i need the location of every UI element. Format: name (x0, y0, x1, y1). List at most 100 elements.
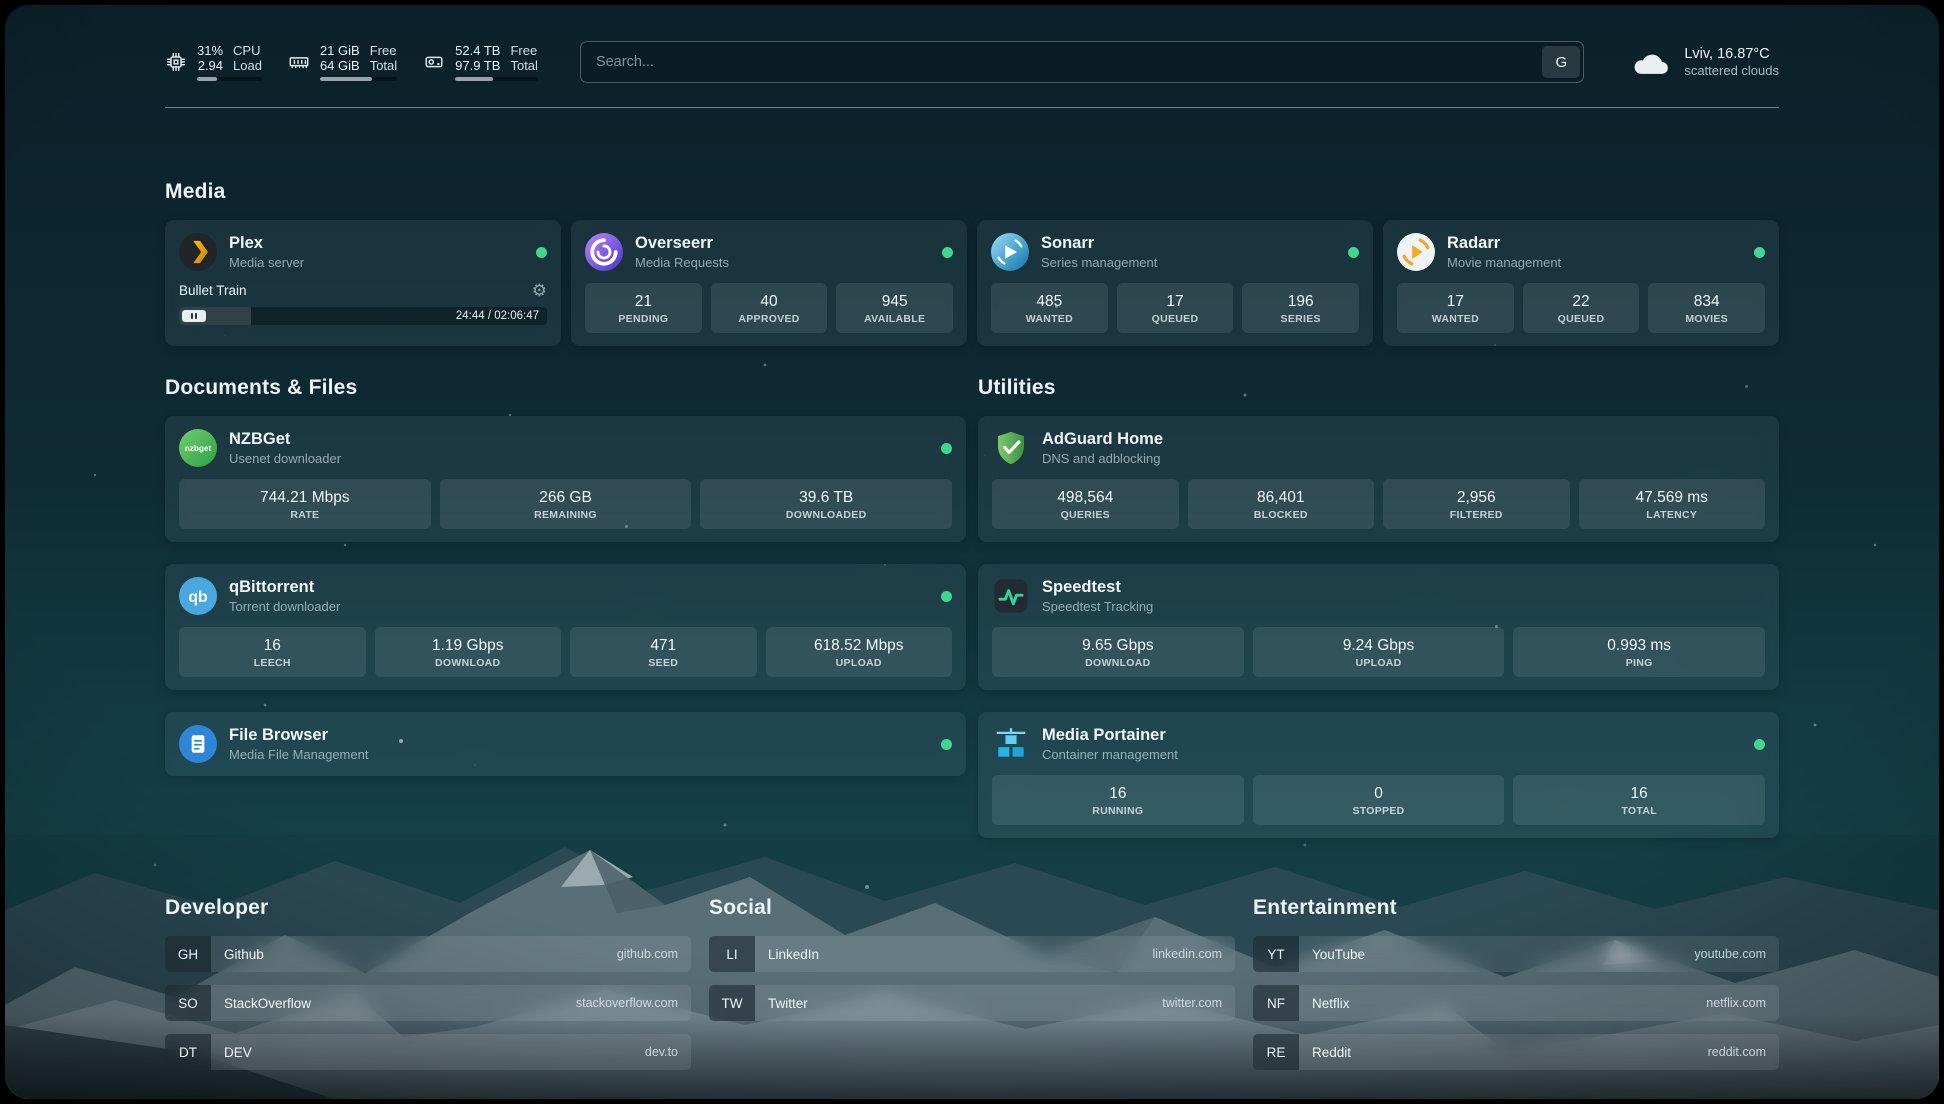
bookmark-url: youtube.com (1694, 947, 1779, 961)
sonarr-card[interactable]: Sonarr Series management 485 WANTED 17 Q… (977, 220, 1373, 346)
section-title-utilities: Utilities (978, 376, 1779, 400)
memory-free-label: Free (370, 43, 397, 58)
stat-box: 16 RUNNING (992, 775, 1244, 825)
nzbget-icon: nzbget (179, 429, 217, 467)
speedtest-card[interactable]: Speedtest Speedtest Tracking 9.65 Gbps D… (978, 564, 1779, 690)
filebrowser-icon (179, 725, 217, 763)
stat-box: 9.24 Gbps UPLOAD (1253, 627, 1505, 677)
stat-value: 86,401 (1192, 488, 1371, 507)
resource-widgets: 31% CPU 2.94 Load 21 (165, 43, 538, 81)
plex-card[interactable]: Plex Media server Bullet Train ⚙ 24:44 /… (165, 220, 561, 346)
cpu-widget: 31% CPU 2.94 Load (165, 43, 262, 81)
bookmark-stackoverflow[interactable]: SO StackOverflow stackoverflow.com (165, 985, 691, 1021)
stat-value: 196 (1246, 292, 1355, 311)
plex-progress-bar[interactable]: 24:44 / 02:06:47 (179, 307, 547, 325)
cpu-label: CPU (233, 43, 262, 58)
stat-box: 485 WANTED (991, 283, 1108, 333)
stat-value: 40 (715, 292, 824, 311)
pause-button[interactable] (182, 310, 206, 322)
weather-widget: Lviv, 16.87°C scattered clouds (1628, 45, 1779, 79)
stat-value: 2,956 (1387, 488, 1566, 507)
bookmark-abbr: RE (1253, 1034, 1299, 1070)
stat-value: 22 (1527, 292, 1636, 311)
stat-label: DOWNLOAD (996, 657, 1240, 669)
search-input[interactable] (584, 54, 1542, 70)
portainer-card[interactable]: Media Portainer Container management 16 … (978, 712, 1779, 838)
memory-total-label: Total (370, 58, 397, 73)
stat-label: WANTED (995, 313, 1104, 325)
bookmark-dev[interactable]: DT DEV dev.to (165, 1034, 691, 1070)
section-social: Social LI LinkedIn linkedin.com TW Twitt… (709, 896, 1235, 1070)
section-title-developer: Developer (165, 896, 691, 920)
disk-icon (423, 51, 445, 73)
bookmark-abbr: YT (1253, 936, 1299, 972)
gear-icon[interactable]: ⚙ (532, 282, 547, 299)
stat-label: RUNNING (996, 805, 1240, 817)
stat-box: 618.52 Mbps UPLOAD (766, 627, 953, 677)
status-dot (941, 739, 952, 750)
adguard-card[interactable]: AdGuard Home DNS and adblocking 498,564 … (978, 416, 1779, 542)
disk-progress-bar (455, 77, 538, 81)
stat-label: QUEUED (1121, 313, 1230, 325)
svg-text:qb: qb (188, 589, 208, 606)
bookmark-url: dev.to (645, 1045, 691, 1059)
bookmark-url: github.com (617, 947, 691, 961)
nzbget-card[interactable]: nzbget NZBGet Usenet downloader 74 (165, 416, 966, 542)
cpu-load: 2.94 (197, 58, 223, 73)
memory-widget: 21 GiB Free 64 GiB Total (288, 43, 397, 81)
bookmark-abbr: LI (709, 936, 755, 972)
bookmark-reddit[interactable]: RE Reddit reddit.com (1253, 1034, 1779, 1070)
topbar-divider (165, 107, 1779, 108)
service-subtitle: Speedtest Tracking (1042, 599, 1153, 615)
bookmark-youtube[interactable]: YT YouTube youtube.com (1253, 936, 1779, 972)
speedtest-icon (992, 577, 1030, 615)
stat-label: QUERIES (996, 509, 1175, 521)
service-title: File Browser (229, 725, 368, 745)
stat-label: PING (1517, 657, 1761, 669)
stat-box: 744.21 Mbps RATE (179, 479, 431, 529)
stat-value: 16 (996, 784, 1240, 803)
stat-box: 266 GB REMAINING (440, 479, 692, 529)
radarr-icon (1397, 233, 1435, 271)
stat-label: QUEUED (1527, 313, 1636, 325)
radarr-card[interactable]: Radarr Movie management 17 WANTED 22 QUE… (1383, 220, 1779, 346)
section-title-documents: Documents & Files (165, 376, 966, 400)
disk-total-label: Total (510, 58, 537, 73)
bookmark-linkedin[interactable]: LI LinkedIn linkedin.com (709, 936, 1235, 972)
service-title: Speedtest (1042, 577, 1153, 597)
bookmark-url: netflix.com (1706, 996, 1779, 1010)
stat-value: 945 (840, 292, 949, 311)
service-subtitle: Media File Management (229, 747, 368, 763)
stat-value: 21 (589, 292, 698, 311)
stat-box: 40 APPROVED (711, 283, 828, 333)
stat-value: 0.993 ms (1517, 636, 1761, 655)
search-provider-button[interactable]: G (1542, 46, 1580, 78)
filebrowser-card[interactable]: File Browser Media File Management (165, 712, 966, 776)
stat-value: 0 (1257, 784, 1501, 803)
bookmark-github[interactable]: GH Github github.com (165, 936, 691, 972)
overseerr-card[interactable]: Overseerr Media Requests 21 PENDING 40 A… (571, 220, 967, 346)
stat-box: 39.6 TB DOWNLOADED (700, 479, 952, 529)
cpu-percent: 31% (197, 43, 223, 58)
stat-value: 16 (183, 636, 362, 655)
stat-box: 196 SERIES (1242, 283, 1359, 333)
qbittorrent-card[interactable]: qb qBittorrent Torrent downloader (165, 564, 966, 690)
stat-label: TOTAL (1517, 805, 1761, 817)
stat-value: 9.24 Gbps (1257, 636, 1501, 655)
bookmark-twitter[interactable]: TW Twitter twitter.com (709, 985, 1235, 1021)
dashboard-screen: 31% CPU 2.94 Load 21 (5, 5, 1939, 1099)
bookmark-netflix[interactable]: NF Netflix netflix.com (1253, 985, 1779, 1021)
memory-icon (288, 51, 310, 73)
bookmark-abbr: GH (165, 936, 211, 972)
service-title: Media Portainer (1042, 725, 1178, 745)
weather-condition: scattered clouds (1684, 63, 1779, 79)
stat-value: 485 (995, 292, 1104, 311)
adguard-icon (992, 429, 1030, 467)
stat-box: 17 WANTED (1397, 283, 1514, 333)
bookmark-name: LinkedIn (755, 947, 819, 962)
stat-label: WANTED (1401, 313, 1510, 325)
disk-free-label: Free (510, 43, 537, 58)
bookmark-abbr: NF (1253, 985, 1299, 1021)
stat-label: RATE (183, 509, 427, 521)
stat-value: 618.52 Mbps (770, 636, 949, 655)
